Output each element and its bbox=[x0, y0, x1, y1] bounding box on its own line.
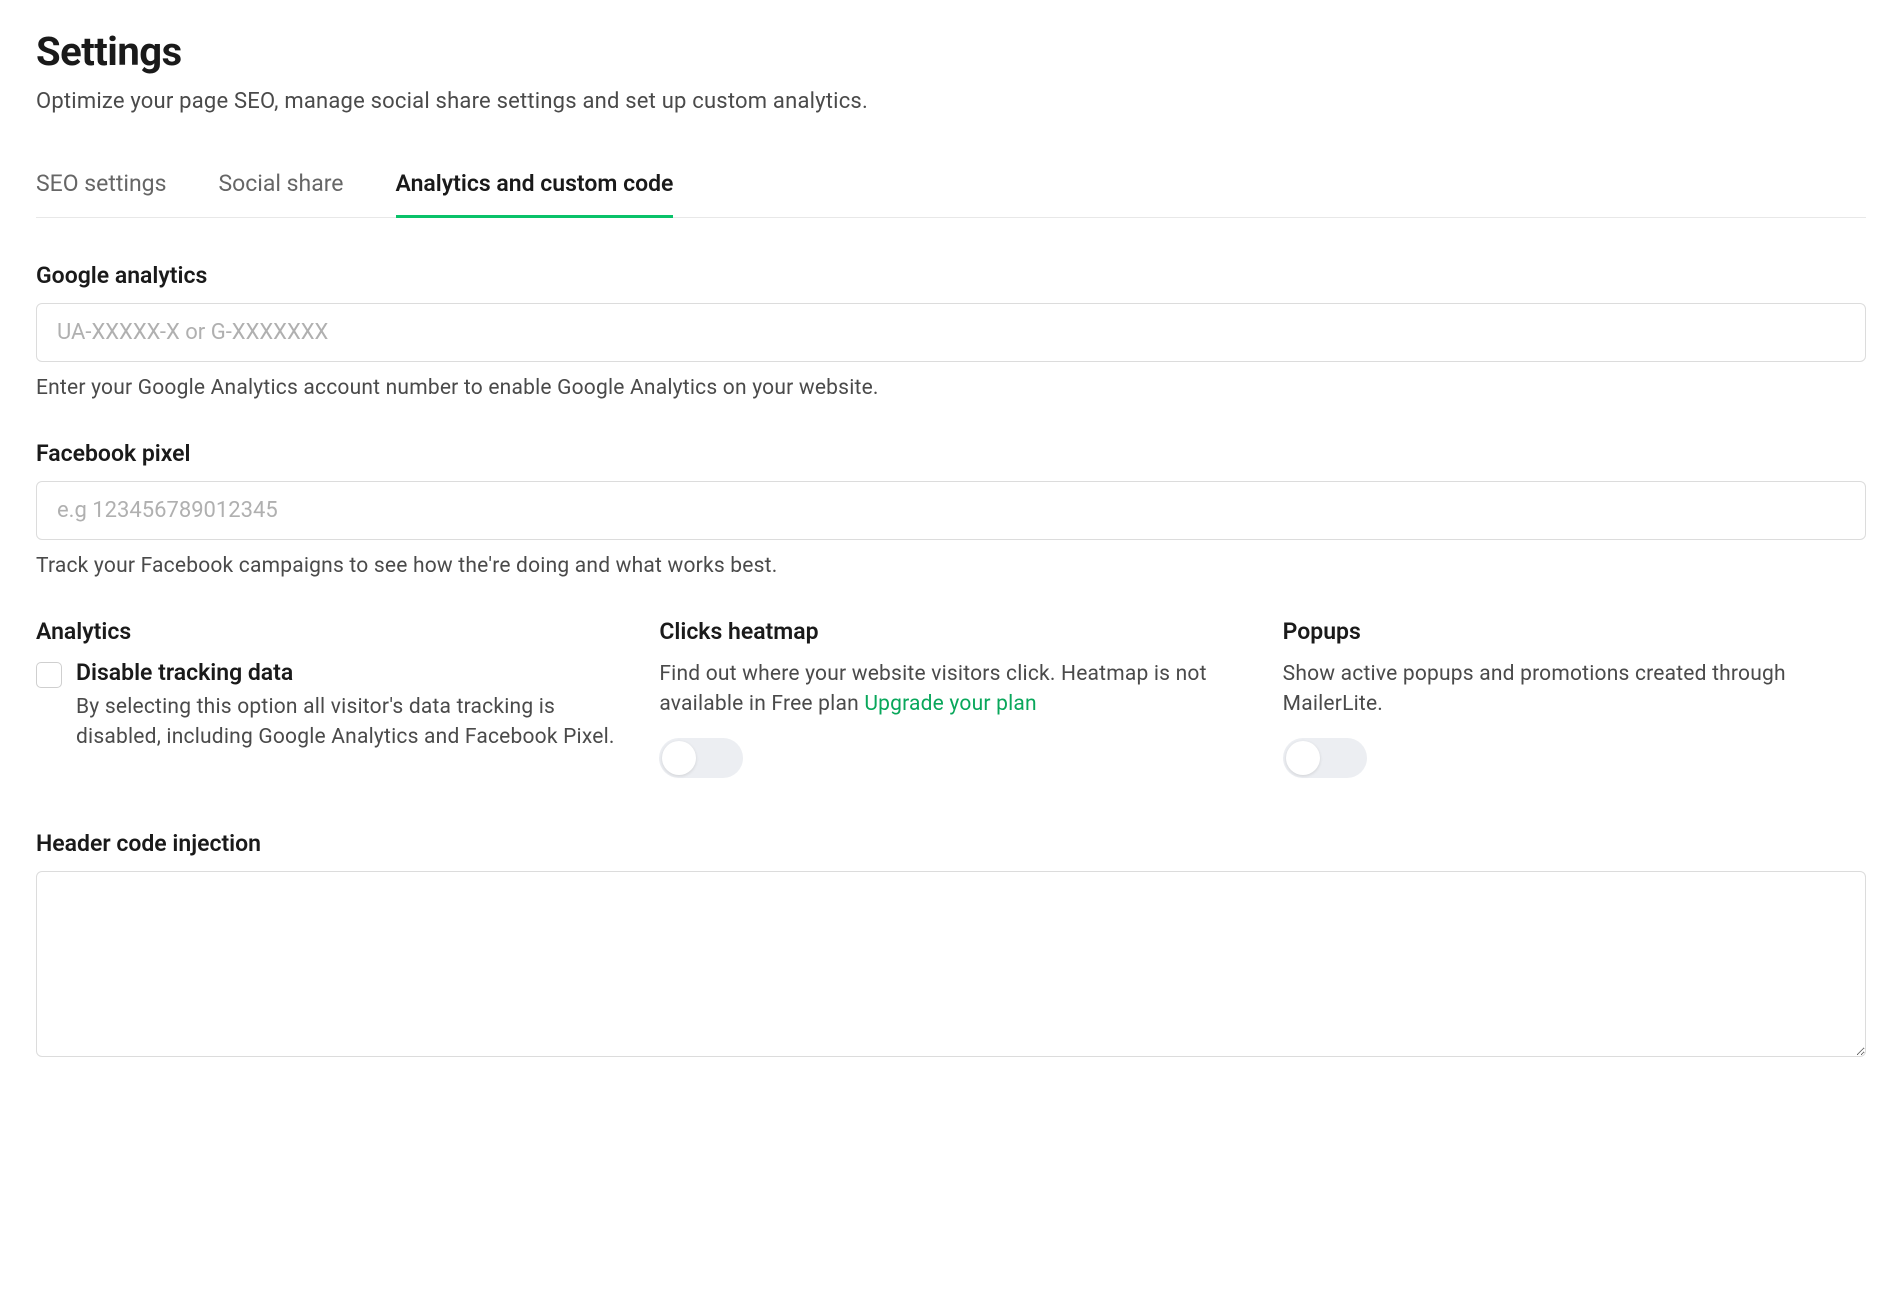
upgrade-plan-link[interactable]: Upgrade your plan bbox=[864, 692, 1037, 716]
disable-tracking-label: Disable tracking data bbox=[76, 659, 619, 686]
popups-column: Popups Show active popups and promotions… bbox=[1283, 618, 1866, 778]
popups-toggle-knob bbox=[1286, 741, 1320, 775]
popups-desc: Show active popups and promotions create… bbox=[1283, 659, 1866, 720]
disable-tracking-desc: By selecting this option all visitor's d… bbox=[76, 695, 615, 749]
page-subtitle: Optimize your page SEO, manage social sh… bbox=[36, 89, 1866, 114]
disable-tracking-text: Disable tracking data By selecting this … bbox=[76, 659, 619, 753]
facebook-pixel-input[interactable] bbox=[36, 481, 1866, 540]
header-injection-textarea[interactable] bbox=[36, 871, 1866, 1057]
options-row: Analytics Disable tracking data By selec… bbox=[36, 618, 1866, 778]
heatmap-title: Clicks heatmap bbox=[659, 618, 1242, 645]
heatmap-toggle-knob bbox=[662, 741, 696, 775]
page-title: Settings bbox=[36, 28, 1866, 75]
heatmap-column: Clicks heatmap Find out where your websi… bbox=[659, 618, 1242, 778]
header-injection-label: Header code injection bbox=[36, 830, 1866, 857]
google-analytics-label: Google analytics bbox=[36, 262, 1866, 289]
header-injection-block: Header code injection bbox=[36, 830, 1866, 1061]
disable-tracking-row: Disable tracking data By selecting this … bbox=[36, 659, 619, 753]
heatmap-toggle[interactable] bbox=[659, 738, 743, 778]
popups-title: Popups bbox=[1283, 618, 1866, 645]
tabs-bar: SEO settings Social share Analytics and … bbox=[36, 170, 1866, 218]
facebook-pixel-label: Facebook pixel bbox=[36, 440, 1866, 467]
tab-seo-settings[interactable]: SEO settings bbox=[36, 170, 166, 218]
heatmap-desc: Find out where your website visitors cli… bbox=[659, 659, 1242, 720]
google-analytics-input[interactable] bbox=[36, 303, 1866, 362]
facebook-pixel-help: Track your Facebook campaigns to see how… bbox=[36, 554, 1866, 578]
popups-toggle[interactable] bbox=[1283, 738, 1367, 778]
analytics-column: Analytics Disable tracking data By selec… bbox=[36, 618, 619, 778]
analytics-title: Analytics bbox=[36, 618, 619, 645]
tab-analytics-custom-code[interactable]: Analytics and custom code bbox=[396, 170, 674, 218]
google-analytics-block: Google analytics Enter your Google Analy… bbox=[36, 262, 1866, 400]
disable-tracking-checkbox[interactable] bbox=[36, 662, 62, 688]
tab-social-share[interactable]: Social share bbox=[218, 170, 343, 218]
facebook-pixel-block: Facebook pixel Track your Facebook campa… bbox=[36, 440, 1866, 578]
google-analytics-help: Enter your Google Analytics account numb… bbox=[36, 376, 1866, 400]
